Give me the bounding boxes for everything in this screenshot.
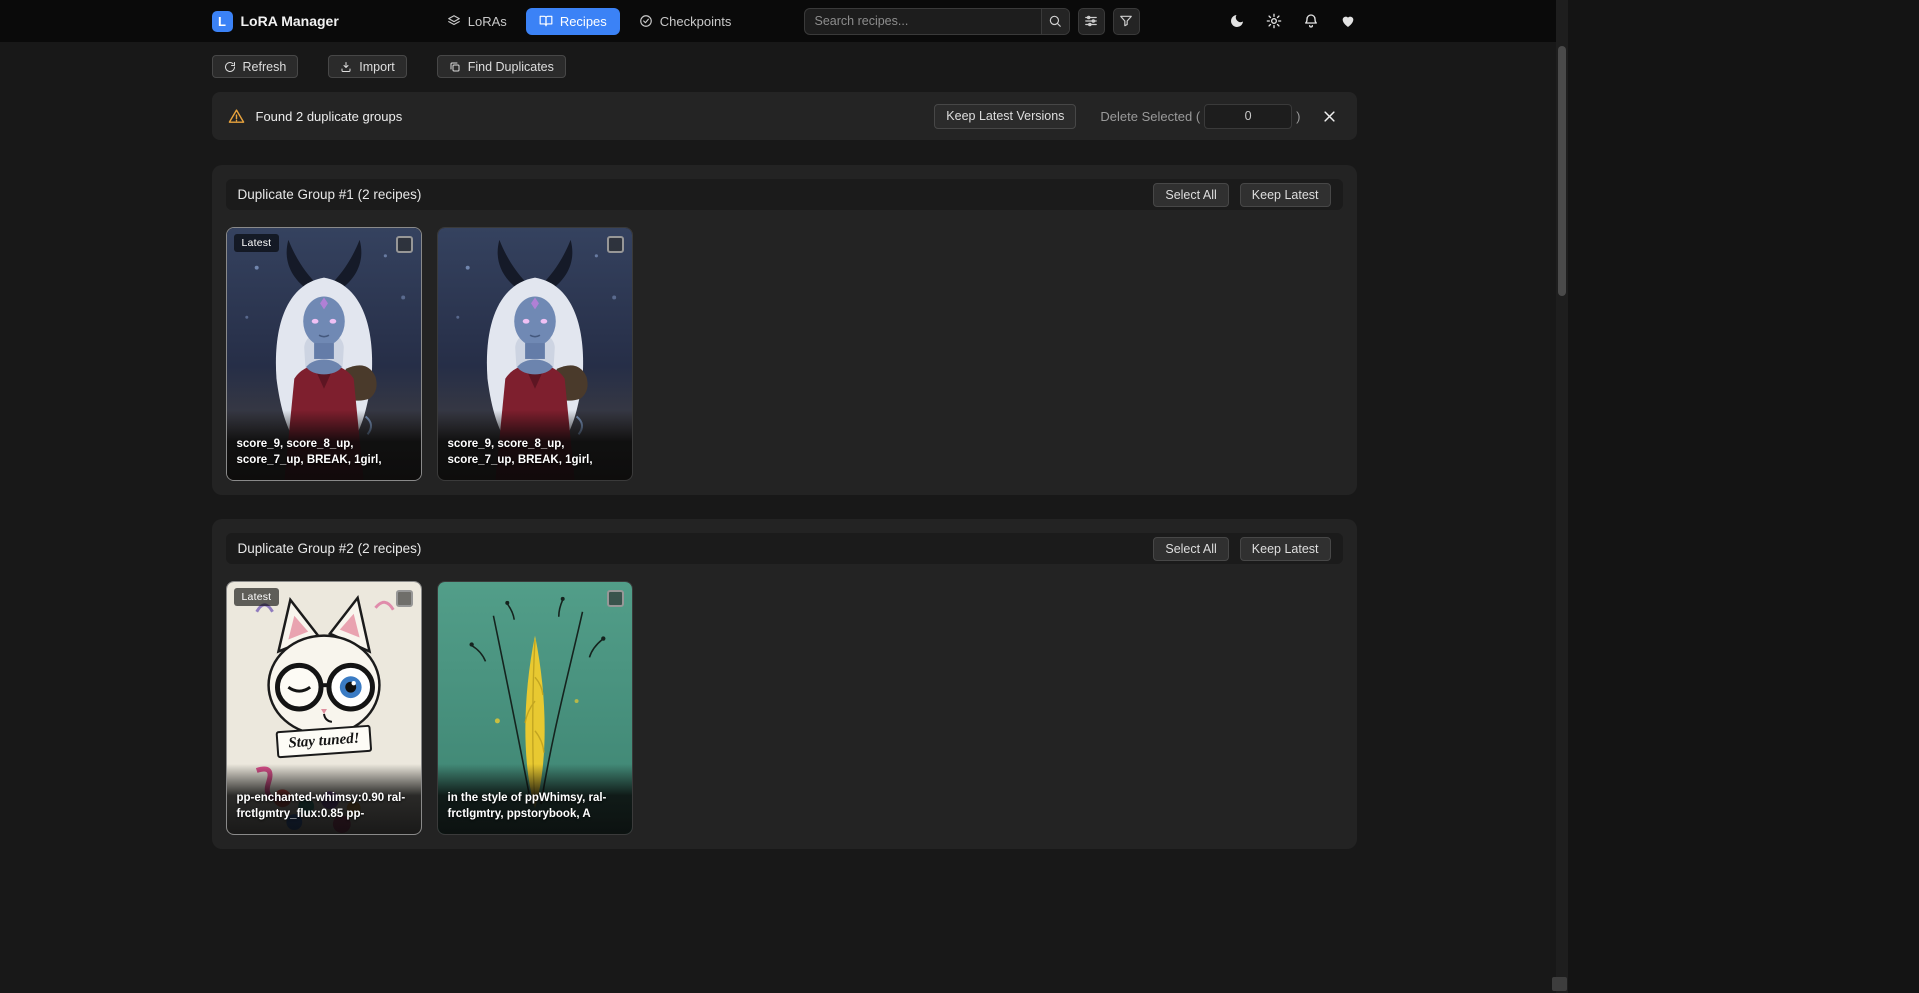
select-all-label: Select All	[1165, 542, 1216, 556]
group-header: Duplicate Group #1 (2 recipes) Select Al…	[226, 179, 1343, 210]
search-icon	[1048, 14, 1062, 28]
group-header: Duplicate Group #2 (2 recipes) Select Al…	[226, 533, 1343, 564]
scrollbar[interactable]	[1556, 0, 1568, 993]
latest-badge: Latest	[234, 234, 280, 252]
scrollbar-thumb[interactable]	[1558, 46, 1566, 296]
card-checkbox[interactable]	[607, 590, 624, 607]
keep-latest-button[interactable]: Keep Latest	[1240, 183, 1331, 207]
tab-recipes[interactable]: Recipes	[526, 8, 620, 35]
settings-button[interactable]	[1265, 12, 1283, 30]
bell-icon	[1303, 13, 1319, 29]
search-button[interactable]	[1041, 9, 1069, 34]
main-nav: LoRAs Recipes Checkpoints	[434, 8, 745, 35]
keep-latest-versions-button[interactable]: Keep Latest Versions	[934, 104, 1076, 129]
tab-checkpoints[interactable]: Checkpoints	[626, 8, 745, 35]
group-title: Duplicate Group #2 (2 recipes)	[238, 541, 422, 556]
layers-icon	[447, 14, 461, 28]
card-checkbox[interactable]	[607, 236, 624, 253]
import-label: Import	[359, 60, 394, 74]
close-icon	[1322, 109, 1337, 124]
tab-label: Recipes	[560, 14, 607, 29]
support-button[interactable]	[1339, 12, 1357, 30]
toolbar: Refresh Import Find Duplicates	[212, 55, 1357, 78]
sort-options-button[interactable]	[1078, 8, 1105, 35]
theme-toggle-button[interactable]	[1228, 12, 1246, 30]
keep-latest-label: Keep Latest	[1252, 542, 1319, 556]
select-all-button[interactable]: Select All	[1153, 183, 1228, 207]
group-title: Duplicate Group #1 (2 recipes)	[238, 187, 422, 202]
duplicates-banner: Found 2 duplicate groups Keep Latest Ver…	[212, 92, 1357, 140]
delete-count-input[interactable]	[1204, 104, 1292, 129]
latest-badge: Latest	[234, 588, 280, 606]
keep-latest-button[interactable]: Keep Latest	[1240, 537, 1331, 561]
close-banner-button[interactable]	[1319, 105, 1341, 127]
keep-latest-label: Keep Latest	[1252, 188, 1319, 202]
recipe-card[interactable]: in the style of ppWhimsy, ral-frctlgmtry…	[437, 581, 633, 835]
filter-icon	[1119, 14, 1133, 28]
keep-latest-versions-label: Keep Latest Versions	[946, 109, 1064, 123]
find-duplicates-button[interactable]: Find Duplicates	[437, 55, 566, 78]
recipe-card[interactable]: Latest score_9, score_8_up, score_7_up, …	[226, 227, 422, 481]
search-input[interactable]	[805, 9, 1041, 34]
delete-selected-label: Delete Selected (	[1100, 109, 1200, 124]
refresh-label: Refresh	[243, 60, 287, 74]
filter-button[interactable]	[1113, 8, 1140, 35]
recipe-card[interactable]: score_9, score_8_up, score_7_up, BREAK, …	[437, 227, 633, 481]
check-circle-icon	[639, 14, 653, 28]
main-content: Refresh Import Find Duplicates Found 2 d…	[212, 42, 1357, 849]
copy-icon	[449, 61, 461, 73]
app-window: L LoRA Manager LoRAs Recipes Checkpoints	[0, 0, 1568, 993]
duplicate-group-panel: Duplicate Group #2 (2 recipes) Select Al…	[212, 519, 1357, 849]
gear-icon	[1266, 13, 1282, 29]
moon-icon	[1229, 13, 1245, 29]
warning-icon	[228, 108, 245, 125]
tab-label: LoRAs	[468, 14, 507, 29]
heart-icon	[1340, 13, 1356, 29]
card-caption: in the style of ppWhimsy, ral-frctlgmtry…	[438, 764, 632, 834]
select-all-label: Select All	[1165, 188, 1216, 202]
duplicate-group-panel: Duplicate Group #1 (2 recipes) Select Al…	[212, 165, 1357, 495]
app-logo: L	[212, 11, 233, 32]
refresh-button[interactable]: Refresh	[212, 55, 299, 78]
banner-message: Found 2 duplicate groups	[256, 109, 403, 124]
book-icon	[539, 14, 553, 28]
delete-selected-suffix: )	[1296, 109, 1300, 124]
card-caption: pp-enchanted-whimsy:0.90 ral-frctlgmtry_…	[227, 764, 421, 834]
card-caption: score_9, score_8_up, score_7_up, BREAK, …	[227, 410, 421, 480]
tab-loras[interactable]: LoRAs	[434, 8, 520, 35]
import-icon	[340, 61, 352, 73]
card-caption: score_9, score_8_up, score_7_up, BREAK, …	[438, 410, 632, 480]
navbar-icon-group	[1228, 12, 1357, 30]
navbar: L LoRA Manager LoRAs Recipes Checkpoints	[0, 0, 1568, 42]
sliders-icon	[1084, 14, 1098, 28]
card-grid: Stay tuned! Latest pp-enchanted-whimsy:0…	[226, 581, 1343, 835]
app-title: LoRA Manager	[241, 13, 339, 29]
recipe-card[interactable]: Stay tuned! Latest pp-enchanted-whimsy:0…	[226, 581, 422, 835]
import-button[interactable]: Import	[328, 55, 406, 78]
select-all-button[interactable]: Select All	[1153, 537, 1228, 561]
notifications-button[interactable]	[1302, 12, 1320, 30]
card-checkbox[interactable]	[396, 590, 413, 607]
card-checkbox[interactable]	[396, 236, 413, 253]
tab-label: Checkpoints	[660, 14, 732, 29]
find-duplicates-label: Find Duplicates	[468, 60, 554, 74]
scrollbar-bottom-button[interactable]	[1552, 977, 1567, 991]
refresh-icon	[224, 61, 236, 73]
brand[interactable]: L LoRA Manager	[212, 11, 339, 32]
search-bar	[804, 8, 1070, 35]
card-grid: Latest score_9, score_8_up, score_7_up, …	[226, 227, 1343, 481]
